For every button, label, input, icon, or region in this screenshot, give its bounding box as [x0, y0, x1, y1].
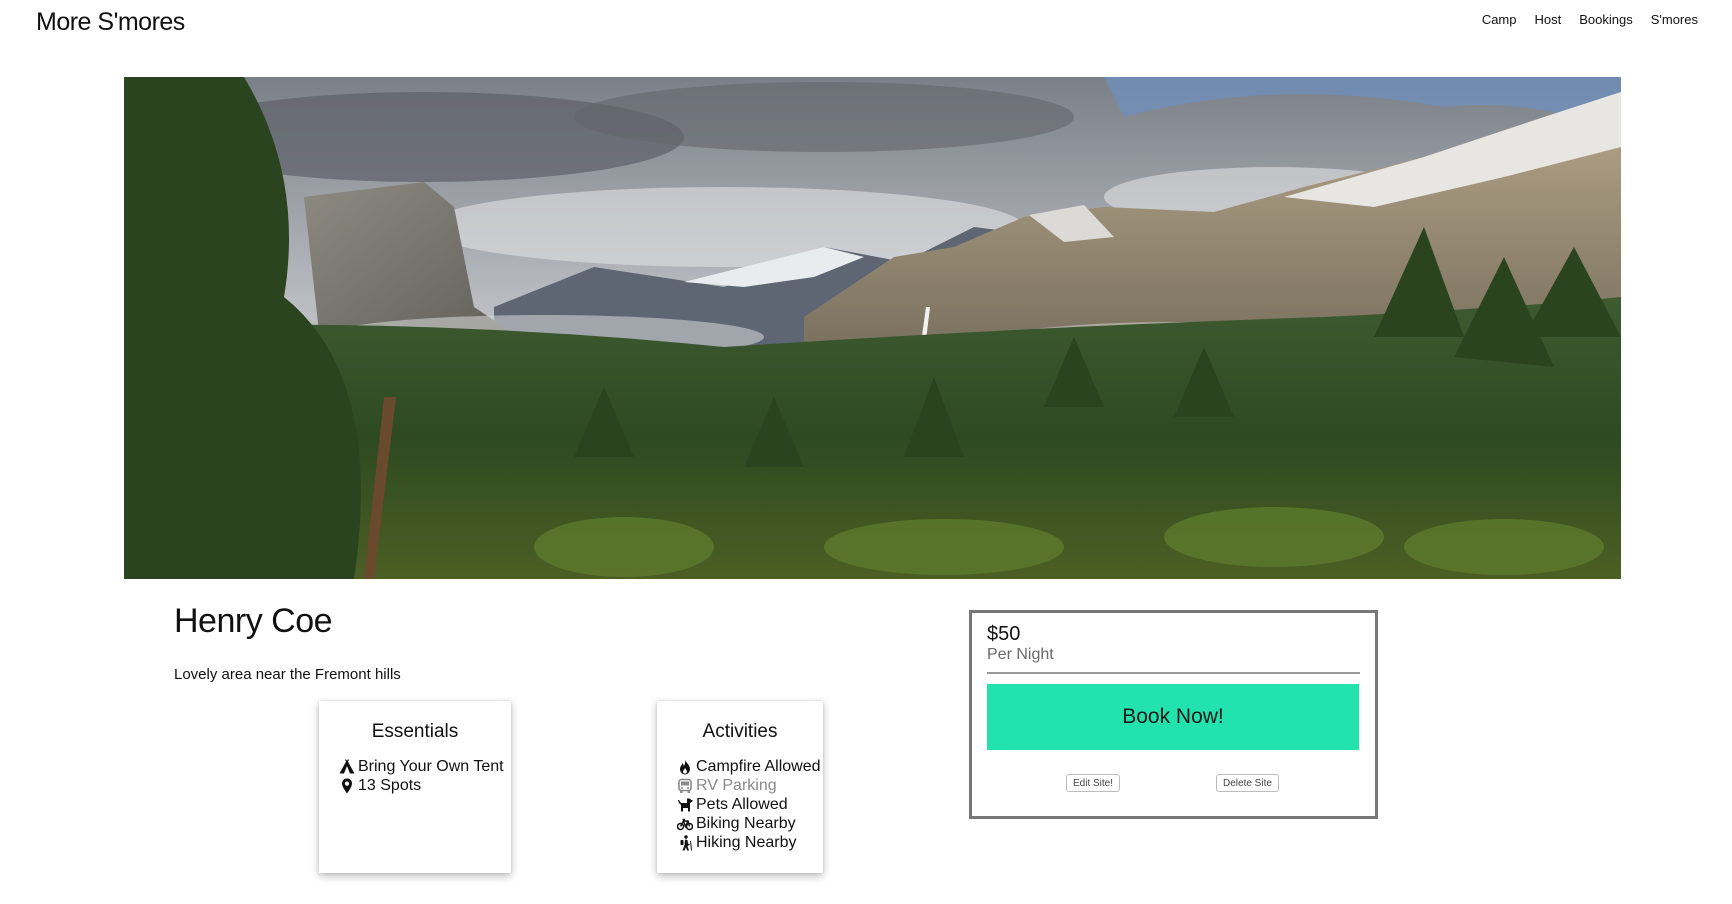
hero-image [124, 77, 1621, 579]
essential-label: Bring Your Own Tent [358, 758, 504, 775]
delete-site-button[interactable]: Delete Site [1216, 774, 1279, 792]
essential-item: Bring Your Own Tent [339, 757, 511, 776]
activity-item: Hiking Nearby [677, 833, 823, 852]
activities-heading: Activities [702, 721, 778, 742]
activity-item-disabled: RV Parking [677, 776, 823, 795]
brand-logo[interactable]: More S'mores [36, 8, 185, 37]
dog-icon [678, 798, 693, 811]
book-now-button[interactable]: Book Now! [987, 684, 1359, 750]
site-title: Henry Coe [174, 602, 333, 640]
tent-icon [339, 758, 355, 773]
fire-icon [680, 759, 690, 774]
essential-label: 13 Spots [358, 777, 422, 794]
edit-site-button[interactable]: Edit Site! [1066, 774, 1121, 792]
activity-item: Campfire Allowed [677, 757, 823, 776]
activity-label: Pets Allowed [696, 796, 788, 813]
activity-label: Biking Nearby [696, 815, 796, 832]
nav-bookings[interactable]: Bookings [1579, 12, 1632, 27]
booking-panel: $50 Per Night Book Now! Edit Site! Delet… [969, 610, 1378, 819]
activity-label: Campfire Allowed [696, 758, 821, 775]
activity-label: RV Parking [696, 777, 777, 794]
activity-label: Hiking Nearby [696, 834, 797, 851]
activity-item: Biking Nearby [677, 814, 823, 833]
activities-card: Activities Campfire Allowed RV Parking P… [657, 701, 823, 873]
essentials-card: Essentials Bring Your Own Tent 13 Spots [319, 701, 511, 873]
booking-divider [987, 672, 1360, 674]
nav-camp[interactable]: Camp [1482, 12, 1517, 27]
nav-smores[interactable]: S'mores [1651, 12, 1698, 27]
top-nav: Camp Host Bookings S'mores [1482, 12, 1698, 27]
nav-host[interactable]: Host [1535, 12, 1562, 27]
valley-landscape-photo [124, 77, 1621, 579]
map-pin-icon [342, 778, 352, 793]
bicycle-icon [677, 818, 693, 830]
activity-item: Pets Allowed [677, 795, 823, 814]
essential-item: 13 Spots [339, 776, 511, 795]
hiking-icon [680, 834, 692, 851]
site-description: Lovely area near the Fremont hills [174, 666, 401, 683]
price-value: $50 [987, 623, 1021, 645]
price-unit: Per Night [987, 646, 1054, 663]
rv-icon [678, 778, 692, 793]
essentials-heading: Essentials [371, 721, 459, 742]
